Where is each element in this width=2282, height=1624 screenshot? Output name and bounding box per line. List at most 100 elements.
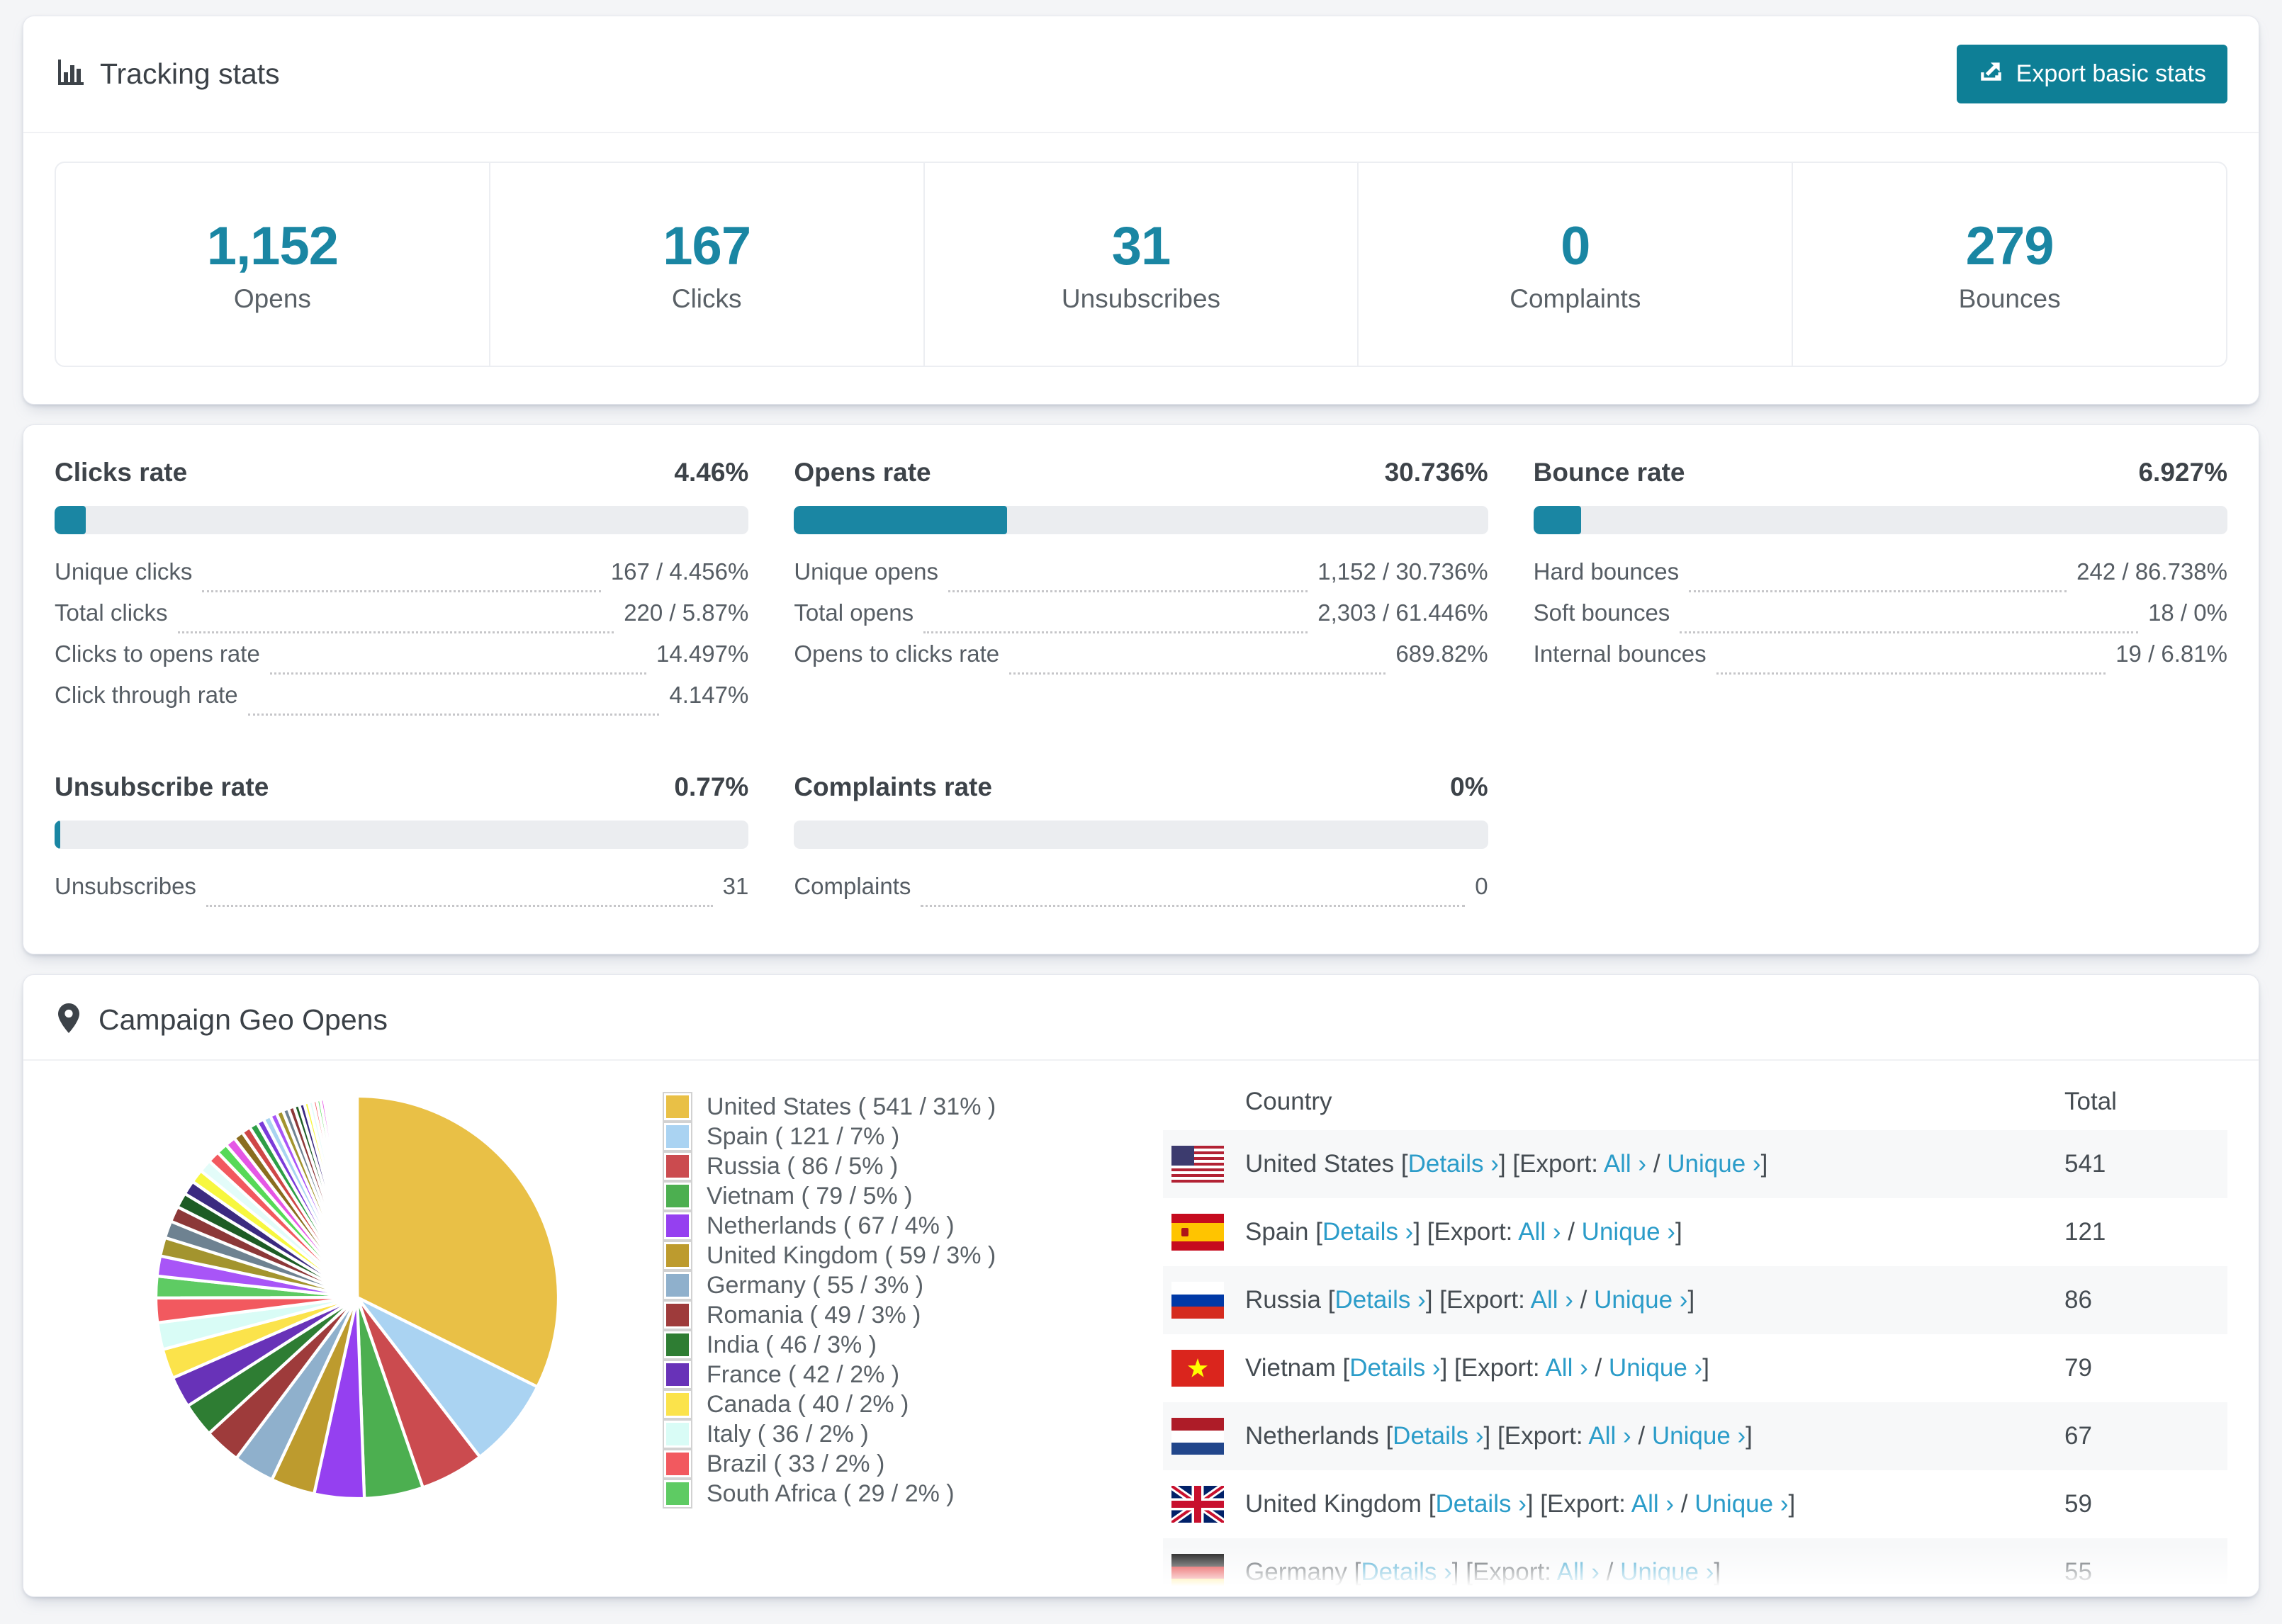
export-all-link-vn[interactable]: All › [1545,1354,1587,1382]
export-unique-link-gb[interactable]: Unique › [1694,1490,1788,1518]
rate-row: Click through rate 4.147% [55,682,748,723]
details-link-ru[interactable]: Details › [1334,1286,1425,1314]
rate-row-label: Opens to clicks rate [794,641,1000,667]
rate-row: Unique clicks 167 / 4.456% [55,558,748,599]
tracking-stats-title-group: Tracking stats [55,57,280,91]
legend-item-india[interactable]: India ( 46 / 3% ) [664,1330,1068,1360]
rate-progress-fill [794,506,1008,534]
rate-row: Total opens 2,303 / 61.446% [794,599,1488,641]
stat-value: 31 [1111,215,1171,276]
export-unique-link-nl[interactable]: Unique › [1652,1422,1746,1450]
export-all-link-es[interactable]: All › [1518,1218,1561,1246]
legend-item-netherlands[interactable]: Netherlands ( 67 / 4% ) [664,1211,1068,1241]
rate-row-label: Total clicks [55,599,168,626]
rate-value: 0% [1450,772,1488,801]
export-all-link-nl[interactable]: All › [1588,1422,1631,1450]
stat-clicks: 167 Clicks [490,163,925,366]
legend-item-france[interactable]: France ( 42 / 2% ) [664,1360,1068,1389]
export-all-link-gb[interactable]: All › [1631,1490,1674,1518]
legend-item-united-kingdom[interactable]: United Kingdom ( 59 / 3% ) [664,1241,1068,1270]
geo-row-gb: United Kingdom [Details ›] [Export: All … [1163,1470,2227,1538]
total-cell: 59 [2064,1490,2092,1518]
country-cell-text: United States [Details ›] [Export: All ›… [1245,1150,1768,1178]
total-column-header: Total [2064,1088,2117,1115]
rate-row-value: 220 / 5.87% [624,599,749,626]
export-all-link-ru[interactable]: All › [1531,1286,1573,1314]
stat-complaints: 0 Complaints [1359,163,1794,366]
legend-label: Romania ( 49 / 3% ) [707,1301,921,1329]
legend-item-romania[interactable]: Romania ( 49 / 3% ) [664,1300,1068,1330]
rate-row-value: 19 / 6.81% [2115,641,2227,667]
legend-item-south-africa[interactable]: South Africa ( 29 / 2% ) [664,1479,1068,1509]
dotted-leader [177,631,614,633]
legend-item-united-states[interactable]: United States ( 541 / 31% ) [664,1092,1068,1122]
rate-header: Unsubscribe rate 0.77% [55,772,748,802]
legend-item-brazil[interactable]: Brazil ( 33 / 2% ) [664,1449,1068,1479]
export-unique-link-es[interactable]: Unique › [1582,1218,1675,1246]
export-button-label: Export basic stats [2016,60,2206,87]
legend-swatch [664,1123,691,1150]
details-link-us[interactable]: Details › [1408,1150,1499,1178]
map-pin-icon [55,1002,83,1038]
rate-row-label: Unique opens [794,558,938,585]
export-unique-link-ru[interactable]: Unique › [1594,1286,1687,1314]
country-cell-text: Russia [Details ›] [Export: All › / Uniq… [1245,1286,1695,1314]
geo-row-nl: Netherlands [Details ›] [Export: All › /… [1163,1402,2227,1470]
rate-row: Clicks to opens rate 14.497% [55,641,748,682]
legend-item-russia[interactable]: Russia ( 86 / 5% ) [664,1151,1068,1181]
rate-title: Bounce rate [1533,458,1685,487]
rate-row-label: Unique clicks [55,558,193,585]
export-basic-stats-button[interactable]: Export basic stats [1956,45,2227,103]
details-link-de[interactable]: Details › [1361,1558,1451,1586]
legend-item-spain[interactable]: Spain ( 121 / 7% ) [664,1122,1068,1151]
legend-label: Italy ( 36 / 2% ) [707,1420,869,1448]
rate-row: Internal bounces 19 / 6.81% [1534,641,2227,682]
details-link-vn[interactable]: Details › [1349,1354,1440,1382]
export-unique-link-vn[interactable]: Unique › [1609,1354,1702,1382]
rate-row-value: 242 / 86.738% [2076,558,2227,585]
flag-vn-icon [1171,1350,1224,1387]
export-unique-link-us[interactable]: Unique › [1667,1150,1760,1178]
legend-label: Canada ( 40 / 2% ) [707,1390,909,1418]
export-all-link-us[interactable]: All › [1604,1150,1646,1178]
legend-item-canada[interactable]: Canada ( 40 / 2% ) [664,1389,1068,1419]
geo-title: Campaign Geo Opens [99,1003,388,1036]
stat-value: 279 [1965,215,2055,276]
rate-row-value: 2,303 / 61.446% [1317,599,1488,626]
rate-row: Complaints 0 [794,873,1488,914]
legend-label: United States ( 541 / 31% ) [707,1093,996,1120]
rates-grid: Clicks rate 4.46% Unique clicks 167 / 4.456… [55,458,2227,914]
rate-title: Opens rate [794,458,931,487]
details-link-es[interactable]: Details › [1322,1218,1413,1246]
stats-row: 1,152 Opens 167 Clicks 31 Unsubscribes 0 Compla… [55,162,2227,367]
dotted-leader [202,590,601,592]
country-cell: Spain [Details ›] [Export: All › / Uniqu… [1163,1214,2064,1251]
export-all-link-de[interactable]: All › [1557,1558,1600,1586]
geo-opens-card: Campaign Geo Opens United States ( 541 /… [23,974,2259,1597]
legend-item-germany[interactable]: Germany ( 55 / 3% ) [664,1270,1068,1300]
country-cell: Germany [Details ›] [Export: All › / Uni… [1163,1554,2064,1591]
geo-legend: United States ( 541 / 31% ) Spain ( 121 /… [664,1092,1068,1509]
legend-item-italy[interactable]: Italy ( 36 / 2% ) [664,1419,1068,1449]
geo-row-ru: Russia [Details ›] [Export: All › / Uniq… [1163,1266,2227,1334]
legend-item-vietnam[interactable]: Vietnam ( 79 / 5% ) [664,1181,1068,1211]
rate-row: Opens to clicks rate 689.82% [794,641,1488,682]
rate-block-opens-rate: Opens rate 30.736% Unique opens 1,152 / 30.… [794,458,1488,723]
geo-row-us: United States [Details ›] [Export: All ›… [1163,1130,2227,1198]
export-unique-link-de[interactable]: Unique › [1620,1558,1714,1586]
rate-row: Hard bounces 242 / 86.738% [1534,558,2227,599]
geo-row-vn: Vietnam [Details ›] [Export: All › / Uni… [1163,1334,2227,1402]
rate-row-value: 0 [1475,873,1488,899]
rate-row-label: Soft bounces [1533,599,1670,626]
details-link-nl[interactable]: Details › [1393,1422,1483,1450]
rate-value: 30.736% [1384,458,1488,487]
rate-title: Complaints rate [794,772,992,801]
details-link-gb[interactable]: Details › [1435,1490,1526,1518]
legend-label: Germany ( 55 / 3% ) [707,1271,924,1299]
flag-gb-icon [1171,1486,1224,1523]
dotted-leader [1716,672,2106,675]
country-cell-text: Germany [Details ›] [Export: All › / Uni… [1245,1558,1721,1586]
rate-row-label: Clicks to opens rate [55,641,260,667]
legend-swatch [664,1183,691,1209]
stat-label: Bounces [1958,283,2061,313]
